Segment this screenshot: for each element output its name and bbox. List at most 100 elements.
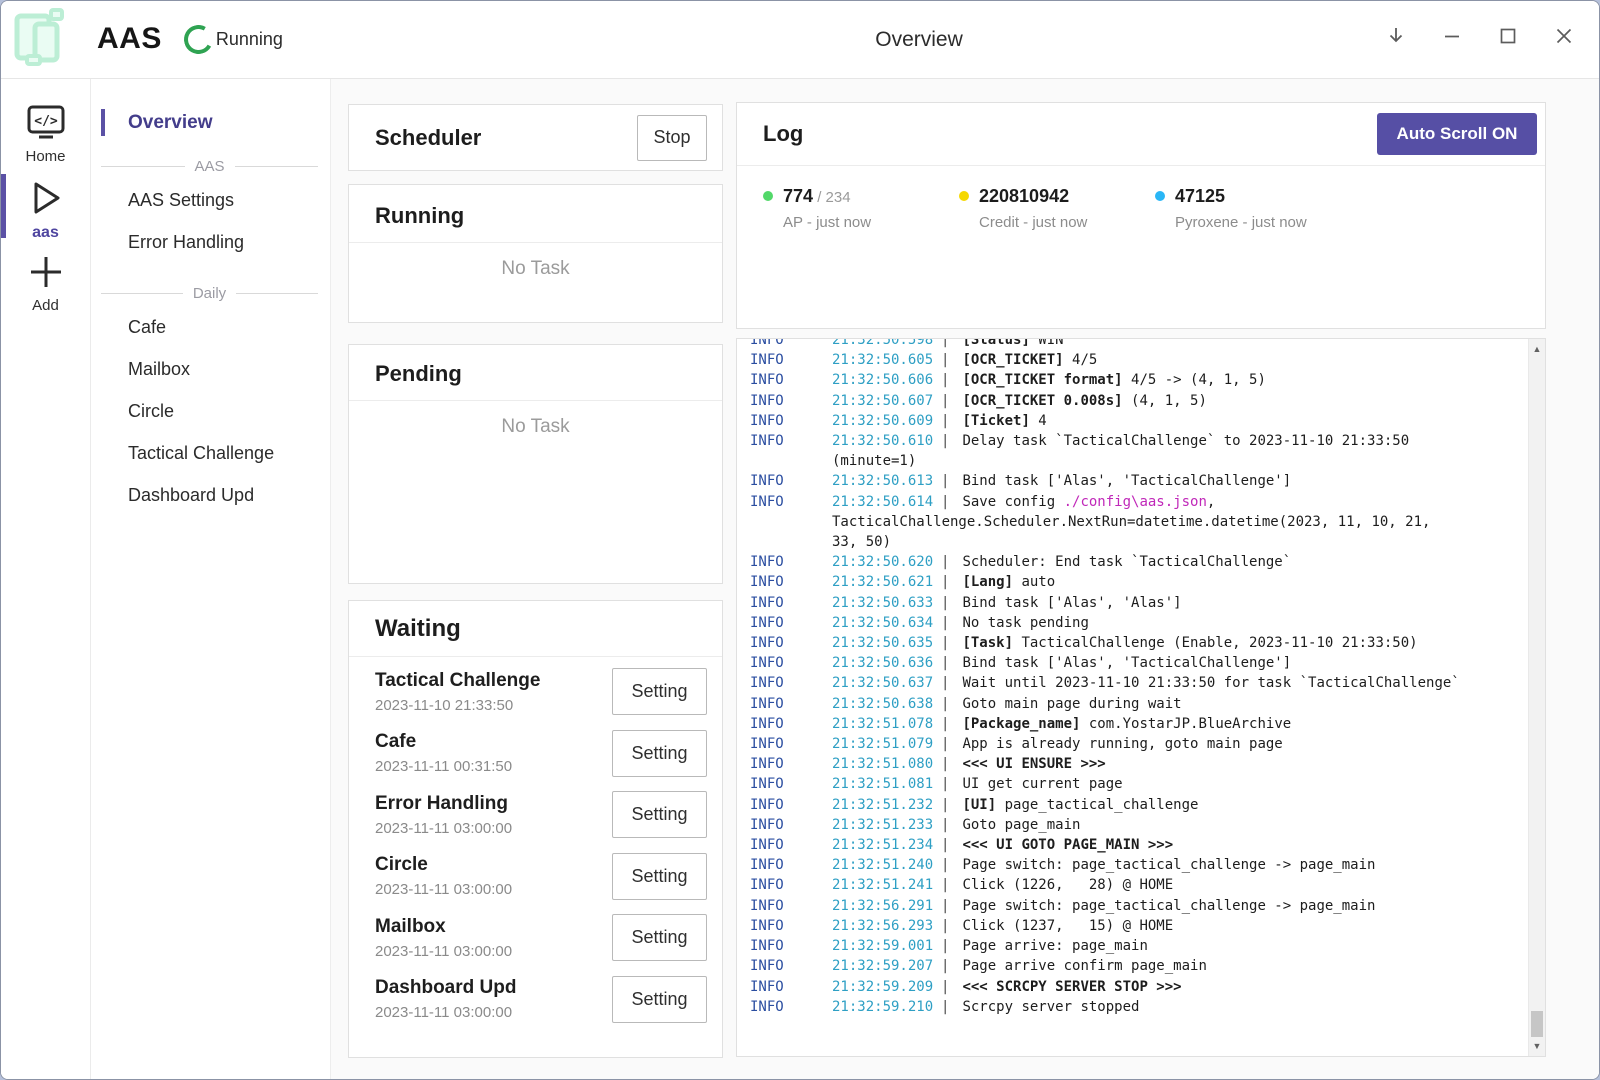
log-separator: | <box>941 413 949 429</box>
log-separator: | <box>941 979 949 995</box>
log-message: Bind task ['Alas', 'Alas'] <box>962 595 1181 611</box>
running-title: Running <box>375 203 722 229</box>
log-line: INFO21:32:51.078|[Package_name] com.Yost… <box>750 714 1545 734</box>
log-separator: | <box>941 635 949 651</box>
log-level: INFO <box>750 896 832 916</box>
scroll-up-icon[interactable]: ▲ <box>1529 344 1545 354</box>
waiting-task-name: Dashboard Upd <box>375 977 516 999</box>
log-separator: | <box>941 393 949 409</box>
close-icon[interactable] <box>1544 15 1583 57</box>
log-timestamp: 21:32:50.636 <box>832 653 941 673</box>
log-line: INFO21:32:51.079|App is already running,… <box>750 734 1545 754</box>
sidebar-item-dashboard-upd[interactable]: Dashboard Upd <box>91 474 330 516</box>
log-level: INFO <box>750 714 832 734</box>
stat-label: Credit - just now <box>979 214 1087 231</box>
stat-dot-icon <box>959 191 969 201</box>
log-line: INFO21:32:50.634|No task pending <box>750 613 1545 633</box>
waiting-task-next-run: 2023-11-11 03:00:00 <box>375 820 512 837</box>
maximize-icon[interactable] <box>1488 15 1527 57</box>
log-header: Log Auto Scroll ON <box>737 103 1545 165</box>
log-level: INFO <box>750 855 832 875</box>
running-card: Running No Task <box>348 184 723 323</box>
waiting-task-next-run: 2023-11-10 21:33:50 <box>375 697 540 714</box>
sidebar-item-aas-settings[interactable]: AAS Settings <box>91 179 330 221</box>
log-level: INFO <box>750 916 832 936</box>
setting-button-tactical-challenge[interactable]: Setting <box>612 668 707 715</box>
log-separator: | <box>941 877 949 893</box>
log-line: INFO21:32:59.207|Page arrive confirm pag… <box>750 956 1545 976</box>
sidebar-item-error-handling[interactable]: Error Handling <box>91 221 330 263</box>
log-timestamp: 21:32:50.607 <box>832 391 941 411</box>
svg-text:</>: </> <box>34 114 58 129</box>
log-separator: | <box>941 736 949 752</box>
sidebar-item-circle[interactable]: Circle <box>91 390 330 432</box>
log-separator: | <box>941 352 949 368</box>
stat-dot-icon <box>763 191 773 201</box>
log-level: INFO <box>750 754 832 774</box>
log-separator: | <box>941 696 949 712</box>
log-timestamp: 21:32:50.614 <box>832 492 941 512</box>
waiting-task-info: Dashboard Upd2023-11-11 03:00:00 <box>375 977 516 1021</box>
sidebar-item-overview[interactable]: Overview <box>91 109 330 136</box>
log-line: INFO21:32:50.620|Scheduler: End task `Ta… <box>750 552 1545 572</box>
log-line: INFO21:32:59.001|Page arrive: page_main <box>750 936 1545 956</box>
setting-button-circle[interactable]: Setting <box>612 853 707 900</box>
log-timestamp: 21:32:51.240 <box>832 855 941 875</box>
scheduler-title: Scheduler <box>375 125 481 151</box>
log-line: INFO21:32:51.081|UI get current page <box>750 774 1545 794</box>
scrollbar-thumb[interactable] <box>1531 1011 1543 1037</box>
stat-extra: / 234 <box>813 189 851 206</box>
sidebar-item-mailbox[interactable]: Mailbox <box>91 348 330 390</box>
download-arrow-icon[interactable] <box>1376 15 1415 57</box>
log-message: App is already running, goto main page <box>962 736 1282 752</box>
log-timestamp: 21:32:51.241 <box>832 875 941 895</box>
setting-button-error-handling[interactable]: Setting <box>612 791 707 838</box>
sidebar-item-cafe[interactable]: Cafe <box>91 306 330 348</box>
setting-button-dashboard-upd[interactable]: Setting <box>612 976 707 1023</box>
nav-rail: </> Home aas Add <box>1 79 91 1079</box>
nav-item-add[interactable]: Add <box>1 253 90 314</box>
log-line: INFO21:32:56.291|Page switch: page_tacti… <box>750 896 1545 916</box>
setting-button-cafe[interactable]: Setting <box>612 730 707 777</box>
minimize-icon[interactable] <box>1432 15 1471 57</box>
log-message: [OCR_TICKET format] 4/5 -> (4, 1, 5) <box>962 372 1265 388</box>
play-icon <box>26 178 66 218</box>
log-level: INFO <box>750 391 832 411</box>
log-level: INFO <box>750 613 832 633</box>
log-scrollbar[interactable]: ▲ ▼ <box>1528 339 1545 1056</box>
log-line: INFO21:32:50.606|[OCR_TICKET format] 4/5… <box>750 370 1545 390</box>
log-timestamp: 21:32:50.635 <box>832 633 941 653</box>
log-message: <<< SCRCPY SERVER STOP >>> <box>962 979 1181 995</box>
log-message: Scheduler: End task `TacticalChallenge` <box>962 554 1291 570</box>
log-timestamp: 21:32:50.598 <box>832 338 941 350</box>
log-level: INFO <box>750 774 832 794</box>
log-line: INFO21:32:50.607|[OCR_TICKET 0.008s] (4,… <box>750 391 1545 411</box>
stop-button[interactable]: Stop <box>637 115 707 161</box>
code-monitor-icon: </> <box>25 104 67 142</box>
nav-item-aas[interactable]: aas <box>1 178 90 242</box>
log-message: [Package_name] com.YostarJP.BlueArchive <box>962 716 1291 732</box>
log-level: INFO <box>750 956 832 976</box>
log-level: INFO <box>750 977 832 997</box>
log-message: Click (1226, 28) @ HOME <box>962 877 1173 893</box>
log-timestamp: 21:32:51.078 <box>832 714 941 734</box>
sidebar-item-tactical-challenge[interactable]: Tactical Challenge <box>91 432 330 474</box>
log-message: UI get current page <box>962 776 1122 792</box>
log-line: INFO21:32:50.613|Bind task ['Alas', 'Tac… <box>750 471 1545 491</box>
waiting-task-next-run: 2023-11-11 03:00:00 <box>375 943 512 960</box>
stat-dot-icon <box>1155 191 1165 201</box>
log-message: Page arrive: page_main <box>962 938 1147 954</box>
waiting-task-name: Error Handling <box>375 793 512 815</box>
log-message: <<< UI GOTO PAGE_MAIN >>> <box>962 837 1173 853</box>
stat-value: 47125 <box>1175 186 1307 207</box>
auto-scroll-button[interactable]: Auto Scroll ON <box>1377 113 1537 155</box>
log-level: INFO <box>750 552 832 572</box>
nav-item-home[interactable]: </> Home <box>1 104 90 165</box>
log-line: INFO21:32:51.080|<<< UI ENSURE >>> <box>750 754 1545 774</box>
stat-credit: 220810942Credit - just now <box>959 186 1155 231</box>
log-line: INFO21:32:51.241|Click (1226, 28) @ HOME <box>750 875 1545 895</box>
log-line: INFO21:32:59.209|<<< SCRCPY SERVER STOP … <box>750 977 1545 997</box>
setting-button-mailbox[interactable]: Setting <box>612 914 707 961</box>
scroll-down-icon[interactable]: ▼ <box>1529 1041 1545 1051</box>
log-line: INFO21:32:50.636|Bind task ['Alas', 'Tac… <box>750 653 1545 673</box>
